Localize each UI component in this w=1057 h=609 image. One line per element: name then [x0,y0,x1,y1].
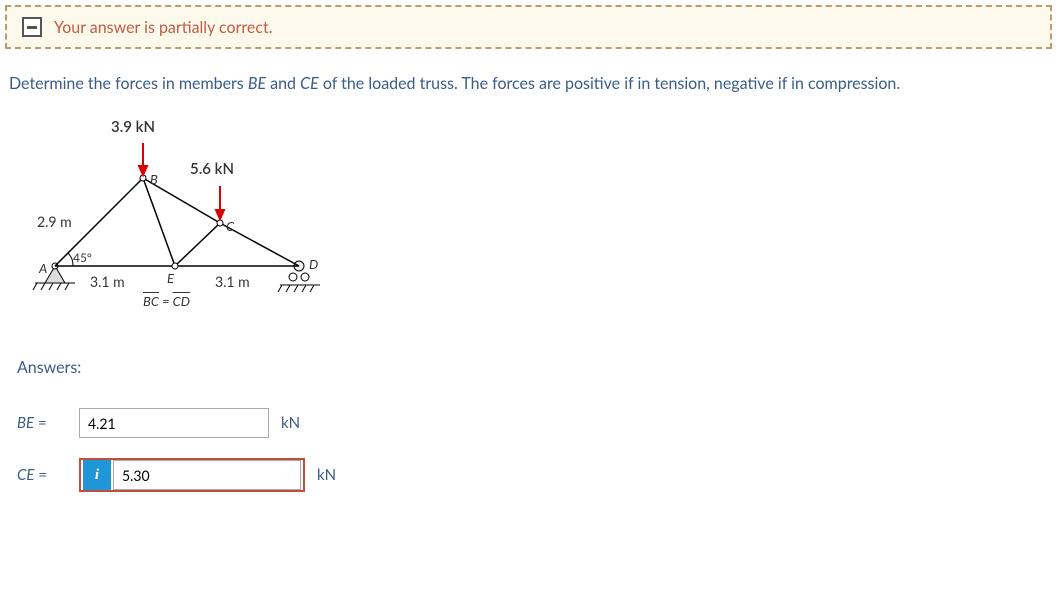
answer-row-be: BE = kN [17,407,1052,439]
question-text: Determine the forces in members BE and C… [5,74,1052,93]
answer-row-ce: CE = i kN [17,459,1052,491]
load-top-label: 3.9 kN [111,118,155,136]
node-e: E [167,270,174,286]
answers-heading: Answers: [17,358,1052,377]
ce-unit: kN [317,466,336,484]
be-input[interactable] [79,408,269,438]
angle-label: 45° [73,250,92,265]
bc-cd-relation: BC = CD [143,293,190,309]
load-mid-label: 5.6 kN [190,160,234,178]
node-a: A [39,260,47,276]
info-button[interactable]: i [83,460,111,490]
node-d: D [309,256,318,272]
ce-label: CE = [17,466,79,484]
partial-correct-icon [22,17,42,37]
truss-diagram: 3.9 kN 5.6 kN 2.9 m 45° A B C D E 3.1 m … [15,118,345,328]
dim-left-label: 2.9 m [37,213,72,230]
ce-input[interactable] [113,460,301,490]
feedback-box: Your answer is partially correct. [5,5,1052,49]
be-label: BE = [17,414,79,432]
be-unit: kN [281,414,300,432]
span-left-label: 3.1 m [90,273,125,290]
node-b: B [150,171,158,187]
feedback-message: Your answer is partially correct. [54,18,273,37]
span-right-label: 3.1 m [215,273,250,290]
node-c: C [226,218,234,234]
